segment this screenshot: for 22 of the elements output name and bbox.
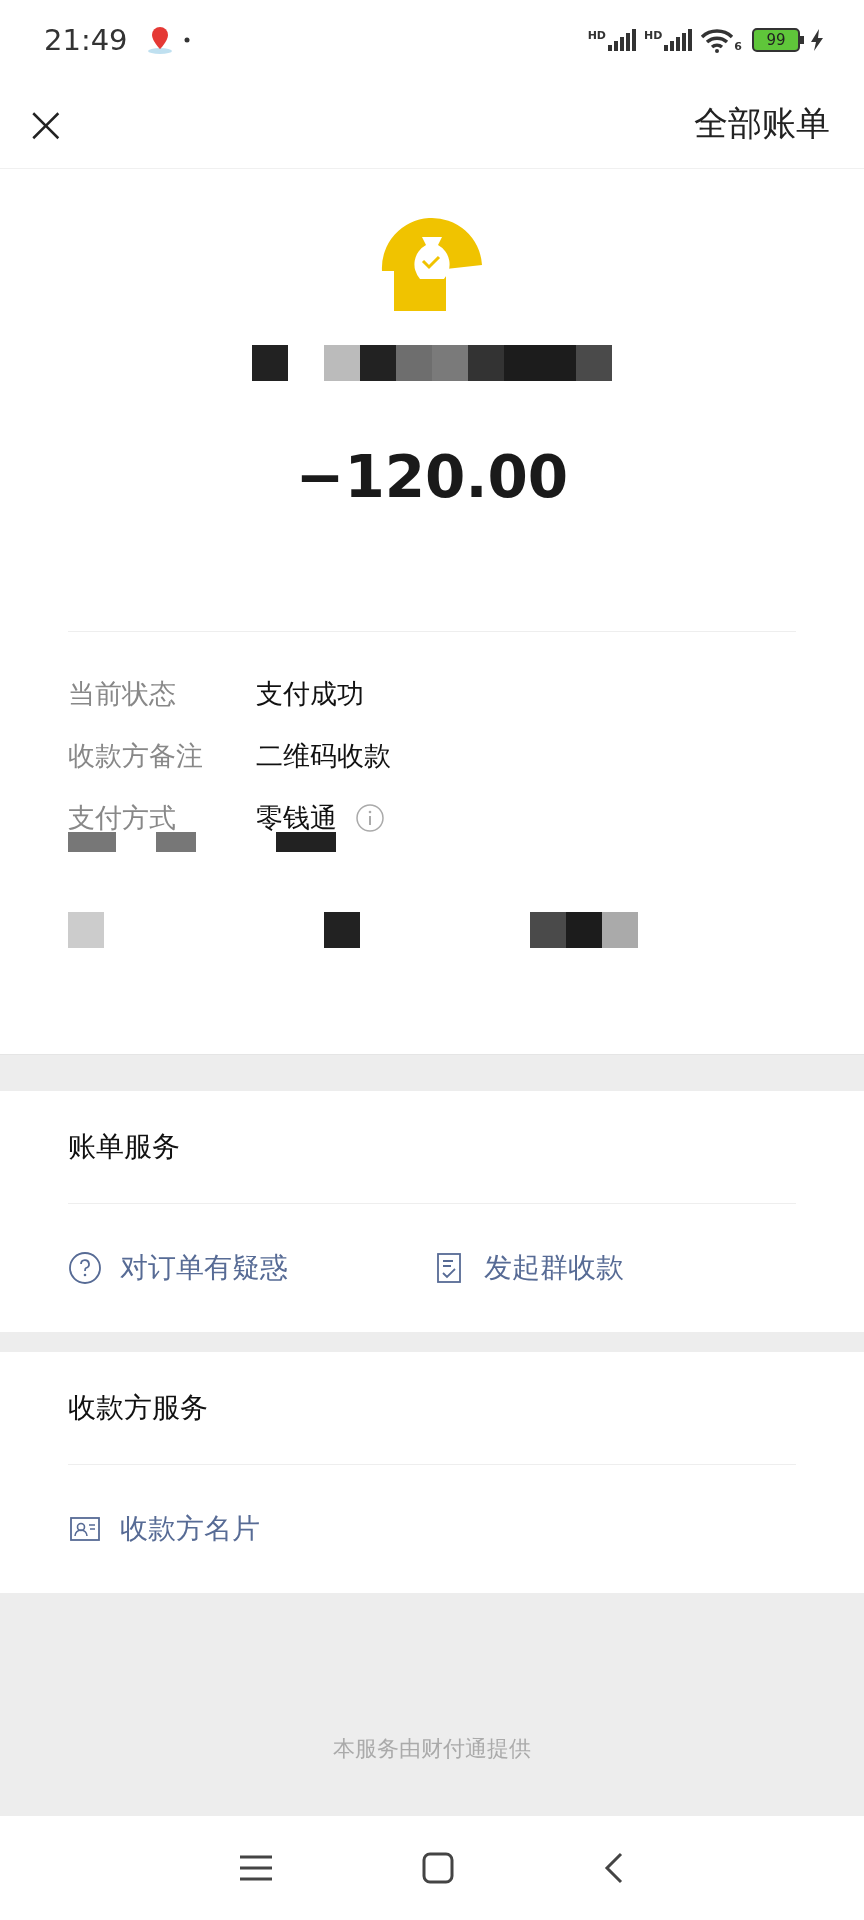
section-title: 账单服务 bbox=[68, 1129, 180, 1165]
detail-value: 二维码收款 bbox=[256, 739, 391, 773]
home-icon[interactable] bbox=[422, 1852, 454, 1884]
all-bills-link[interactable]: 全部账单 bbox=[694, 101, 830, 147]
clock-time: 21:49 bbox=[44, 23, 128, 57]
service-link[interactable]: 发起群收款 bbox=[432, 1249, 796, 1287]
amount: −120.00 bbox=[295, 443, 569, 511]
detail-value: 零钱通 bbox=[256, 801, 337, 835]
back-icon[interactable] bbox=[604, 1852, 624, 1884]
dot-icon bbox=[183, 37, 190, 43]
section-title: 收款方服务 bbox=[68, 1390, 208, 1426]
menu-icon[interactable] bbox=[240, 1855, 272, 1881]
footer-note: 本服务由财付通提供 bbox=[333, 1735, 531, 1763]
detail-label: 当前状态 bbox=[68, 677, 177, 711]
close-button[interactable]: × bbox=[24, 98, 68, 150]
detail-label: 收款方备注 bbox=[68, 739, 204, 773]
map-pin-icon bbox=[145, 25, 174, 55]
detail-label: 支付方式 bbox=[68, 801, 177, 835]
service-link[interactable]: 收款方名片 bbox=[68, 1510, 454, 1548]
help-icon bbox=[68, 1251, 102, 1285]
detail-value: 支付成功 bbox=[256, 677, 364, 711]
service-link[interactable]: 对订单有疑惑 bbox=[68, 1249, 432, 1287]
